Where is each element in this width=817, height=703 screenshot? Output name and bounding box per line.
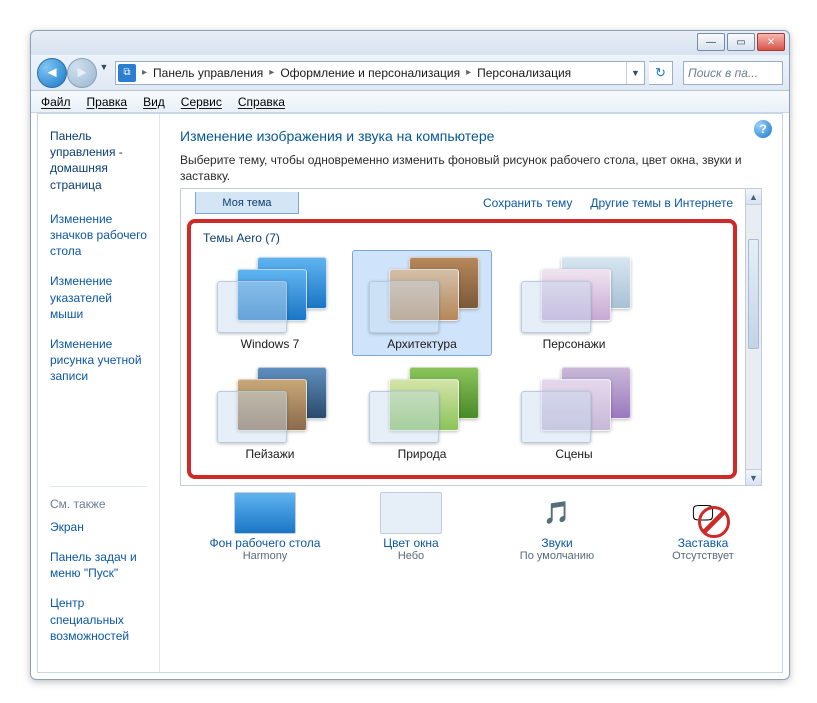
maximize-button[interactable]: ▭ [727, 33, 755, 51]
option-title: Заставка [678, 536, 729, 550]
theme-thumbnail [211, 365, 329, 443]
sidebar: Панель управления - домашняя страница Из… [38, 114, 160, 672]
option-screensaver[interactable]: 🖵 Заставка Отсутствует [644, 492, 762, 562]
menu-edit[interactable]: Правка [87, 95, 128, 109]
option-value: По умолчанию [520, 550, 594, 562]
sounds-icon: 🎵 [526, 492, 588, 534]
menu-help[interactable]: Справка [238, 95, 285, 109]
screensaver-icon: 🖵 [672, 492, 734, 534]
highlight-box: Темы Aero (7) Windows 7 Архитектура Персон… [187, 219, 737, 479]
body: Панель управления - домашняя страница Из… [37, 113, 783, 673]
menu-bar: Файл Правка Вид Сервис Справка [31, 91, 789, 113]
main: ? Изменение изображения и звука на компь… [160, 114, 782, 672]
sidebar-link-desktop-icons[interactable]: Изменение значков рабочего стола [50, 211, 147, 260]
theme-thumbnail [515, 365, 633, 443]
window-color-icon [380, 492, 442, 534]
theme-actions: Сохранить тему Другие темы в Интернете [483, 196, 733, 210]
theme-tile[interactable]: Пейзажи [201, 361, 339, 465]
option-value: Harmony [243, 550, 288, 562]
minimize-button[interactable]: — [697, 33, 725, 51]
option-desktop-background[interactable]: Фон рабочего стола Harmony [206, 492, 324, 562]
nav-row: ◄ ► ▼ ⧉ ▸ Панель управления ▸ Оформление… [31, 55, 789, 91]
see-also-display[interactable]: Экран [50, 519, 147, 535]
scroll-thumb[interactable] [748, 239, 759, 349]
help-icon[interactable]: ? [754, 120, 772, 138]
nav-buttons: ◄ ► ▼ [37, 58, 111, 88]
page-title: Изменение изображения и звука на компьют… [180, 128, 762, 144]
window: — ▭ ✕ ◄ ► ▼ ⧉ ▸ Панель управления ▸ Офор… [30, 30, 790, 680]
breadcrumb-mid[interactable]: Оформление и персонализация [278, 66, 462, 80]
breadcrumb-arrow-icon: ▸ [462, 67, 475, 78]
theme-label: Архитектура [387, 337, 457, 351]
theme-tile[interactable]: Природа [353, 361, 491, 465]
see-also-taskbar[interactable]: Панель задач и меню "Пуск" [50, 549, 147, 581]
option-title: Цвет окна [383, 536, 438, 550]
theme-label: Персонажи [543, 337, 606, 351]
menu-file[interactable]: Файл [41, 95, 71, 109]
refresh-button[interactable]: ↻ [649, 61, 673, 85]
history-dropdown[interactable]: ▼ [97, 58, 111, 76]
aero-section-title: Темы Aero (7) [203, 231, 713, 245]
back-button[interactable]: ◄ [37, 58, 67, 88]
breadcrumb-leaf[interactable]: Персонализация [475, 66, 573, 80]
option-sounds[interactable]: 🎵 Звуки По умолчанию [498, 492, 616, 562]
option-title: Фон рабочего стола [210, 536, 321, 550]
forward-button[interactable]: ► [67, 58, 97, 88]
bottom-options: Фон рабочего стола Harmony Цвет окна Неб… [180, 486, 762, 562]
see-also-ease-of-access[interactable]: Центр специальных возможностей [50, 595, 147, 644]
see-also-title: См. также [50, 486, 147, 511]
option-value: Отсутствует [672, 550, 734, 562]
option-window-color[interactable]: Цвет окна Небо [352, 492, 470, 562]
breadcrumb-root[interactable]: Панель управления [151, 66, 265, 80]
more-themes-link[interactable]: Другие темы в Интернете [590, 196, 733, 210]
theme-label: Windows 7 [241, 337, 300, 351]
theme-label: Пейзажи [246, 447, 295, 461]
theme-tile[interactable]: Сцены [505, 361, 643, 465]
save-theme-link[interactable]: Сохранить тему [483, 196, 572, 210]
theme-tile[interactable]: Архитектура [353, 251, 491, 355]
theme-label: Сцены [555, 447, 592, 461]
page-description: Выберите тему, чтобы одновременно измени… [180, 152, 762, 184]
theme-thumbnail [515, 255, 633, 333]
search-input[interactable]: Поиск в па... [683, 61, 783, 85]
breadcrumb-arrow-icon: ▸ [138, 67, 151, 78]
close-button[interactable]: ✕ [757, 33, 785, 51]
theme-label: Природа [398, 447, 447, 461]
scrollbar[interactable]: ▲ ▼ [745, 189, 761, 485]
control-panel-icon: ⧉ [118, 64, 136, 82]
titlebar: — ▭ ✕ [31, 31, 789, 55]
theme-thumbnail [363, 365, 481, 443]
top-slice: Моя тема Сохранить тему Другие темы в Ин… [181, 189, 761, 217]
scroll-up-icon[interactable]: ▲ [746, 189, 761, 205]
aero-grid: Windows 7 Архитектура Персонажи Пейзажи Прир… [201, 251, 713, 465]
scroll-down-icon[interactable]: ▼ [746, 469, 761, 485]
theme-tile[interactable]: Персонажи [505, 251, 643, 355]
menu-tools[interactable]: Сервис [181, 95, 222, 109]
themes-scroll-area: ▲ ▼ Моя тема Сохранить тему Другие темы … [180, 188, 762, 486]
sidebar-link-account-picture[interactable]: Изменение рисунка учетной записи [50, 336, 147, 385]
my-theme-tab[interactable]: Моя тема [195, 192, 299, 214]
sidebar-home[interactable]: Панель управления - домашняя страница [50, 128, 147, 193]
desktop-background-icon [234, 492, 296, 534]
address-bar[interactable]: ⧉ ▸ Панель управления ▸ Оформление и пер… [115, 61, 645, 85]
theme-tile[interactable]: Windows 7 [201, 251, 339, 355]
address-dropdown[interactable]: ▼ [626, 62, 644, 84]
option-value: Небо [398, 550, 424, 562]
option-title: Звуки [541, 536, 572, 550]
breadcrumb-arrow-icon: ▸ [265, 67, 278, 78]
theme-thumbnail [211, 255, 329, 333]
sidebar-link-mouse-pointers[interactable]: Изменение указателей мыши [50, 273, 147, 322]
menu-view[interactable]: Вид [143, 95, 165, 109]
theme-thumbnail [363, 255, 481, 333]
